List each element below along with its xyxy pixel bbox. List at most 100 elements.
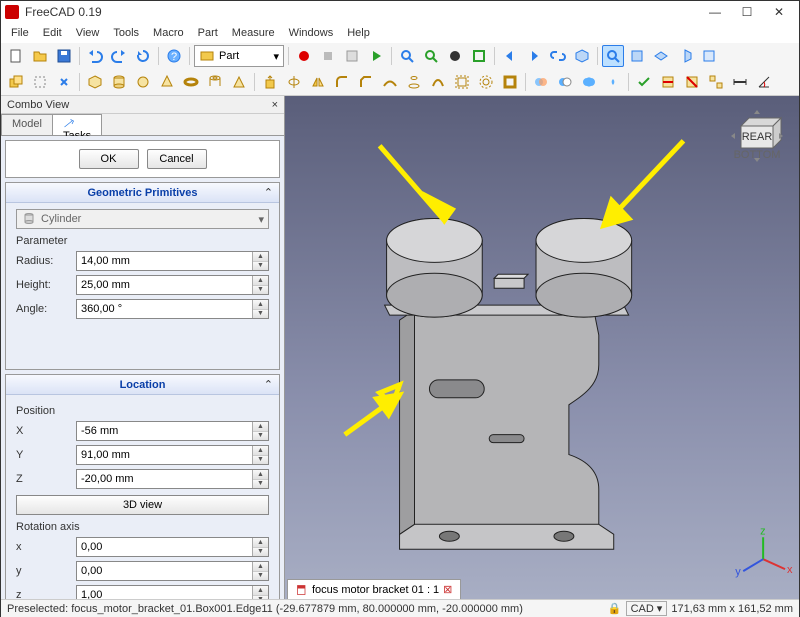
close-button[interactable]: ✕ [763, 2, 795, 22]
collapse-icon[interactable]: ⌃ [264, 186, 273, 199]
fillet-icon[interactable] [331, 71, 353, 93]
lock-icon[interactable]: 🔒 [608, 602, 622, 615]
menu-tools[interactable]: Tools [107, 25, 145, 41]
rot-z-input[interactable]: 1,00▲▼ [76, 585, 269, 599]
zoom-fit-icon[interactable] [396, 45, 418, 67]
menu-windows[interactable]: Windows [283, 25, 340, 41]
navigation-cube[interactable]: REAR BOTTOM [729, 108, 785, 164]
boolean-icon[interactable] [530, 71, 552, 93]
macro-list-icon[interactable] [341, 45, 363, 67]
measure-linear-icon[interactable] [729, 71, 751, 93]
radius-input[interactable]: 14,00 mm▲▼ [76, 251, 269, 271]
minimize-button[interactable]: — [699, 2, 731, 22]
save-icon[interactable] [53, 45, 75, 67]
menu-help[interactable]: Help [341, 25, 376, 41]
macro-play-icon[interactable] [365, 45, 387, 67]
thickness-icon[interactable] [499, 71, 521, 93]
menu-view[interactable]: View [70, 25, 106, 41]
view-front-icon[interactable] [626, 45, 648, 67]
collapse-icon[interactable]: ⌃ [264, 378, 273, 391]
draw-style-icon[interactable] [444, 45, 466, 67]
panel-close-icon[interactable]: × [272, 99, 278, 111]
tab-model[interactable]: Model [1, 114, 53, 135]
extrude-icon[interactable] [259, 71, 281, 93]
nav-back-icon[interactable] [499, 45, 521, 67]
spin-up-icon[interactable]: ▲ [253, 276, 268, 286]
sweep-icon[interactable] [427, 71, 449, 93]
check-geometry-icon[interactable] [633, 71, 655, 93]
mirror-icon[interactable] [307, 71, 329, 93]
spin-down-icon[interactable]: ▼ [253, 286, 268, 295]
link-icon[interactable] [547, 45, 569, 67]
ruled-icon[interactable] [379, 71, 401, 93]
shape-selector[interactable]: Cylinder ▾ [16, 209, 269, 229]
revolve-icon[interactable] [283, 71, 305, 93]
group-icon[interactable] [29, 71, 51, 93]
spin-up-icon[interactable]: ▲ [253, 300, 268, 310]
macro-record-icon[interactable] [293, 45, 315, 67]
chamfer-icon[interactable] [355, 71, 377, 93]
menu-measure[interactable]: Measure [226, 25, 281, 41]
cone-icon[interactable] [156, 71, 178, 93]
bbox-icon[interactable] [468, 45, 490, 67]
menu-macro[interactable]: Macro [147, 25, 190, 41]
menu-file[interactable]: File [5, 25, 35, 41]
offset2d-icon[interactable] [475, 71, 497, 93]
model-canvas[interactable]: x z y [285, 96, 799, 599]
3d-view-button[interactable]: 3D view [16, 495, 269, 515]
nav-fwd-icon[interactable] [523, 45, 545, 67]
help-icon[interactable]: ? [163, 45, 185, 67]
new-file-icon[interactable] [5, 45, 27, 67]
prism-icon[interactable] [228, 71, 250, 93]
nav-style-indicator[interactable]: CAD ▾ [626, 601, 668, 616]
link-create-icon[interactable] [53, 71, 75, 93]
loft-icon[interactable] [403, 71, 425, 93]
3d-viewport[interactable]: x z y REAR BOTTOM [285, 96, 799, 599]
pos-z-input[interactable]: -20,00 mm▲▼ [76, 469, 269, 489]
cylinder-icon[interactable] [108, 71, 130, 93]
cross-section-icon[interactable] [681, 71, 703, 93]
cut-icon[interactable] [554, 71, 576, 93]
tab-tasks[interactable]: Tasks [52, 114, 102, 135]
view-rear-icon[interactable] [698, 45, 720, 67]
document-tab[interactable]: focus motor bracket 01 : 1 ⊠ [287, 579, 461, 599]
spin-down-icon[interactable]: ▼ [253, 262, 268, 271]
view-top-icon[interactable] [650, 45, 672, 67]
spin-down-icon[interactable]: ▼ [253, 310, 268, 319]
torus-icon[interactable] [180, 71, 202, 93]
ok-button[interactable]: OK [79, 149, 139, 169]
rot-x-input[interactable]: 0,00▲▼ [76, 537, 269, 557]
intersect-icon[interactable] [602, 71, 624, 93]
maximize-button[interactable]: ☐ [731, 2, 763, 22]
menu-part[interactable]: Part [192, 25, 224, 41]
angle-input[interactable]: 360,00 °▲▼ [76, 299, 269, 319]
zoom-window-icon[interactable] [602, 45, 624, 67]
cancel-button[interactable]: Cancel [147, 149, 207, 169]
spin-up-icon[interactable]: ▲ [253, 252, 268, 262]
sphere-icon[interactable] [132, 71, 154, 93]
union-icon[interactable] [578, 71, 600, 93]
menu-edit[interactable]: Edit [37, 25, 68, 41]
open-file-icon[interactable] [29, 45, 51, 67]
pos-x-input[interactable]: -56 mm▲▼ [76, 421, 269, 441]
tube-icon[interactable] [204, 71, 226, 93]
undo-icon[interactable] [84, 45, 106, 67]
measure-angular-icon[interactable] [753, 71, 775, 93]
refresh-icon[interactable] [132, 45, 154, 67]
pos-y-input[interactable]: 91,00 mm▲▼ [76, 445, 269, 465]
iso-view-icon[interactable] [571, 45, 593, 67]
macro-stop-icon[interactable] [317, 45, 339, 67]
tab-close-icon[interactable]: ⊠ [443, 583, 452, 596]
redo-icon[interactable] [108, 45, 130, 67]
cube-icon[interactable] [84, 71, 106, 93]
zoom-select-icon[interactable] [420, 45, 442, 67]
rot-y-input[interactable]: 0,00▲▼ [76, 561, 269, 581]
compound-icon[interactable] [705, 71, 727, 93]
section-icon[interactable] [657, 71, 679, 93]
offset3d-icon[interactable] [451, 71, 473, 93]
workbench-selector[interactable]: Part ▾ [194, 45, 284, 67]
part-group-icon[interactable] [5, 71, 27, 93]
height-input[interactable]: 25,00 mm▲▼ [76, 275, 269, 295]
view-right-icon[interactable] [674, 45, 696, 67]
parameter-label: Parameter [16, 235, 269, 247]
